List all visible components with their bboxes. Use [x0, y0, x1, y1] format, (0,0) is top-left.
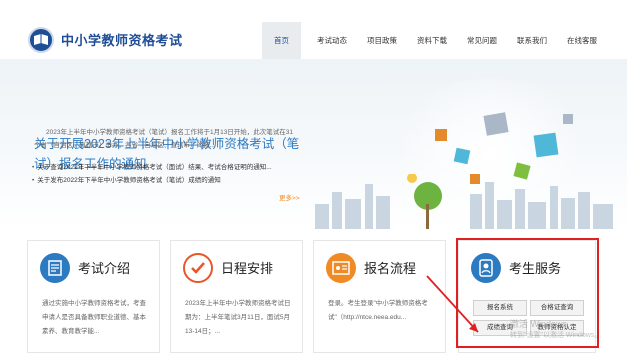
logo-icon[interactable] [28, 27, 54, 53]
main-nav: 首页 考试动态 项目政策 资料下载 常见问题 联系我们 在线客服 [262, 22, 607, 60]
document-pen-icon [40, 253, 70, 283]
card-schedule[interactable]: 日程安排 2023年上半年中小学教师资格考试日期为：上半年笔试3月11日，面试5… [170, 240, 303, 353]
card-text: 2023年上半年中小学教师资格考试日期为：上半年笔试3月11日，面试5月13-1… [185, 300, 291, 335]
bullet-icon: • [32, 177, 35, 184]
card-registration-process[interactable]: 报名流程 登录。考生登录"中小学教师资格考试"（http://ntce.neea… [313, 240, 446, 353]
news-item[interactable]: • 关于发布2022年下半年中小学教师资格考试（笔试）成绩的通知 [32, 174, 302, 187]
nav-item-downloads[interactable]: 资料下载 [407, 22, 457, 60]
news-list: • 关于查询2022年下半年中小学教师资格考试（面试）结果、考试合格证明的通知..… [32, 161, 302, 187]
floating-cubes-illustration [435, 112, 573, 184]
checkmark-icon [183, 253, 213, 283]
id-card-icon [326, 253, 356, 283]
nav-item-online-service[interactable]: 在线客服 [557, 22, 607, 60]
news-item-text[interactable]: 关于查询2022年下半年中小学教师资格考试（面试）结果、考试合格证明的通知... [37, 164, 271, 171]
windows-watermark: 激活 Windows [510, 319, 568, 329]
site-title[interactable]: 中小学教师资格考试 [61, 30, 183, 49]
more-link[interactable]: 更多>> [279, 192, 300, 202]
card-exam-intro[interactable]: 考试介绍 通过实施中小学教师资格考试，考查申请人是否具备教师职业道德、基本素养、… [27, 240, 160, 353]
news-item-text[interactable]: 关于发布2022年下半年中小学教师资格考试（笔试）成绩的通知 [37, 177, 220, 184]
card-title: 报名流程 [364, 261, 417, 276]
card-title: 日程安排 [221, 261, 274, 276]
nav-item-policy[interactable]: 项目政策 [357, 22, 407, 60]
nav-item-exam-news[interactable]: 考试动态 [307, 22, 357, 60]
news-item[interactable]: • 关于查询2022年下半年中小学教师资格考试（面试）结果、考试合格证明的通知..… [32, 161, 302, 174]
card-text: 登录。考生登录"中小学教师资格考试"（http://ntce.neea.edu.… [328, 300, 428, 321]
nav-item-faq[interactable]: 常见问题 [457, 22, 507, 60]
nav-item-home[interactable]: 首页 [262, 22, 301, 60]
card-title: 考试介绍 [78, 261, 131, 276]
card-text: 通过实施中小学教师资格考试，考查申请人是否具备教师职业道德、基本素养、教育教学能… [42, 300, 146, 335]
bullet-icon: • [32, 164, 35, 171]
nav-item-contact[interactable]: 联系我们 [507, 22, 557, 60]
windows-watermark-sub: 转到"设置"以激活 Windows。 [510, 332, 602, 339]
banner-intro: 2023年上半年中小学教师资格考试（笔试）报名工作将于1月13日开始，此次笔试在… [34, 129, 294, 149]
